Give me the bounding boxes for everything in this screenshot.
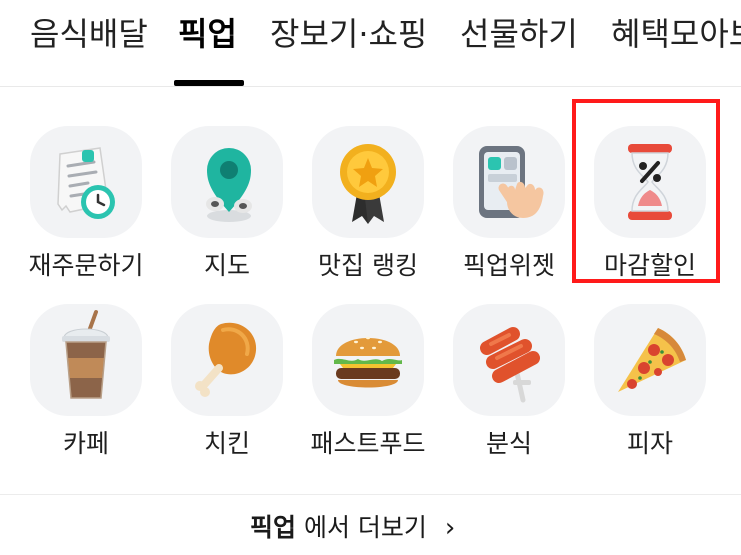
category-tile (171, 304, 283, 416)
phone-widget-icon (479, 146, 544, 218)
category-cafe[interactable]: 카페 (16, 304, 156, 474)
tabs-divider (0, 86, 741, 87)
category-tile (30, 304, 142, 416)
more-in-pickup-link[interactable]: 픽업 에서 더보기 › (250, 508, 455, 548)
category-tile (594, 304, 706, 416)
iced-coffee-icon (62, 310, 110, 399)
fried-chicken-icon (195, 322, 257, 397)
chevron-right-icon: › (444, 513, 456, 543)
category-pickup-widget[interactable]: 픽업위젯 (439, 126, 579, 296)
category-ranking[interactable]: 맛집 랭킹 (298, 126, 438, 296)
category-tile (312, 126, 424, 238)
category-tab-bar: 음식배달 픽업 장보기·쇼핑 선물하기 혜택모아보 (0, 0, 741, 86)
more-link-bold: 픽업 (250, 513, 297, 542)
tab-pickup[interactable]: 픽업 (178, 8, 237, 60)
tab-gift[interactable]: 선물하기 (460, 8, 578, 60)
medal-icon (340, 144, 396, 224)
highlight-annotation-box (572, 99, 720, 283)
category-label: 패스트푸드 (310, 429, 426, 458)
category-label: 카페 (62, 429, 109, 458)
category-pizza[interactable]: 피자 (580, 304, 720, 474)
pizza-slice-icon (618, 328, 686, 392)
category-label: 픽업위젯 (462, 251, 555, 280)
receipt-clock-icon (57, 147, 115, 219)
tab-benefits[interactable]: 혜택모아보 (611, 8, 741, 60)
tteokbokki-skewer-icon (480, 327, 540, 403)
category-label: 맛집 랭킹 (318, 251, 418, 280)
tab-shopping[interactable]: 장보기·쇼핑 (270, 8, 427, 60)
category-label: 분식 (485, 429, 532, 458)
category-chicken[interactable]: 치킨 (157, 304, 297, 474)
map-pin-icon (206, 148, 252, 222)
category-bunsik[interactable]: 분식 (439, 304, 579, 474)
category-map[interactable]: 지도 (157, 126, 297, 296)
category-label: 피자 (626, 429, 673, 458)
category-label: 지도 (203, 251, 250, 280)
burger-icon (334, 336, 402, 388)
category-tile (171, 126, 283, 238)
category-fastfood[interactable]: 패스트푸드 (298, 304, 438, 474)
category-label: 치킨 (203, 429, 250, 458)
tab-food-delivery[interactable]: 음식배달 (30, 8, 148, 60)
category-tile (30, 126, 142, 238)
category-tile (453, 126, 565, 238)
category-label: 재주문하기 (28, 251, 144, 280)
category-tile (453, 304, 565, 416)
section-divider (0, 494, 741, 495)
category-reorder[interactable]: 재주문하기 (16, 126, 156, 296)
more-link-text: 에서 더보기 (296, 513, 427, 542)
category-tile (312, 304, 424, 416)
